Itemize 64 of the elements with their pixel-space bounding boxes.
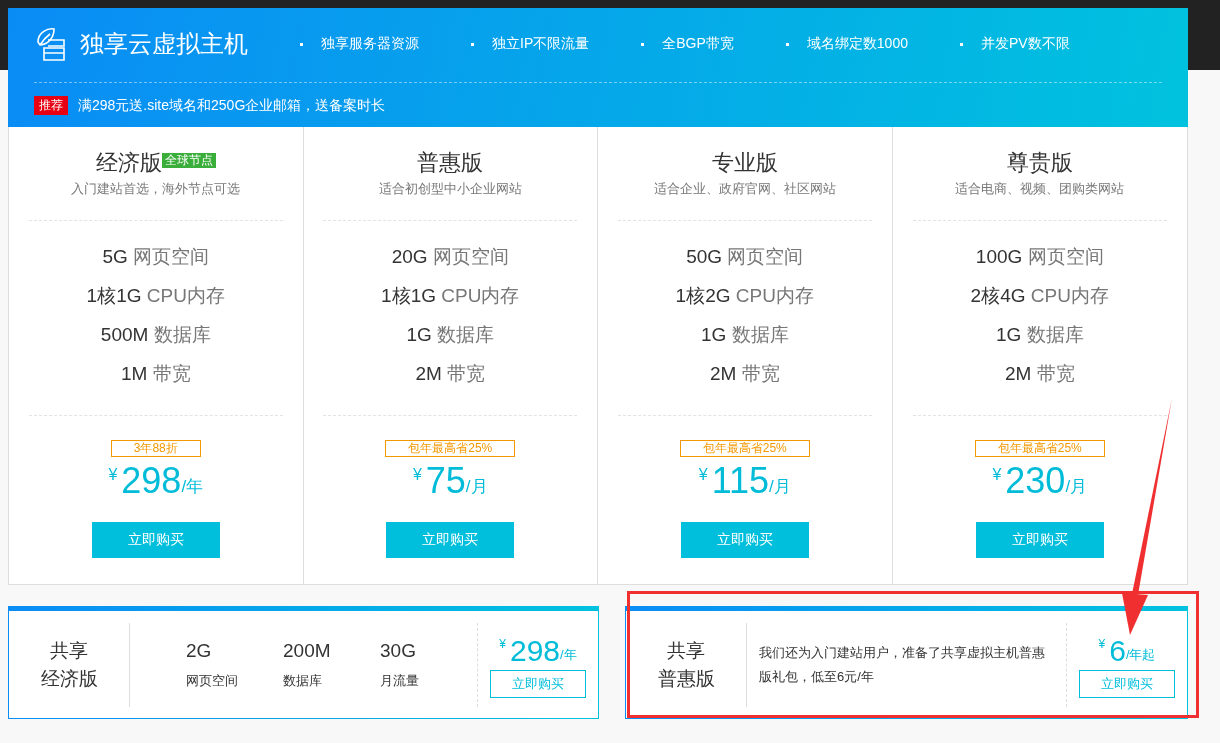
- banner-title: 独享云虚拟主机: [80, 29, 248, 59]
- buy-button[interactable]: 立即购买: [490, 669, 586, 698]
- bullet-icon: [959, 42, 963, 46]
- plan-subtitle: 适合初创型中小企业网站: [378, 180, 522, 198]
- spec-value: 200M: [283, 639, 332, 662]
- spec-value: 2G: [186, 639, 213, 662]
- plan-spec: 1M 带宽: [120, 362, 191, 385]
- plan-spec: 1核2G CPU内存: [675, 284, 814, 307]
- plan-spec: 2核4G CPU内存: [970, 284, 1109, 307]
- plan-name: 普惠版: [417, 149, 484, 177]
- spec-value: 30G: [380, 639, 417, 662]
- spec-label: 网页空间: [186, 671, 239, 690]
- shared-plan-name: 共享 普惠版: [656, 638, 716, 691]
- discount-tag: 3年88折: [110, 440, 201, 457]
- plan-name: 经济版: [95, 149, 162, 177]
- feature-text: 并发PV数不限: [980, 35, 1070, 53]
- discount-tag: 包年最高省25%: [385, 440, 516, 457]
- plan-price: ¥298/年: [108, 460, 204, 502]
- plan-price: ¥298/年: [499, 634, 577, 667]
- plan-spec: 2M 带宽: [709, 362, 780, 385]
- buy-button[interactable]: 立即购买: [386, 522, 515, 558]
- plan-spec: 50G 网页空间: [686, 245, 804, 268]
- bullet-icon: [785, 42, 789, 46]
- spec-label: 月流量: [380, 671, 420, 690]
- plan-subtitle: 适合企业、政府官网、社区网站: [653, 180, 836, 198]
- plan-spec: 1核1G CPU内存: [381, 284, 520, 307]
- plan-spec: 2M 带宽: [1004, 362, 1075, 385]
- bullet-icon: [300, 42, 303, 46]
- plan-spec: 1G 数据库: [700, 323, 789, 346]
- plan-subtitle: 适合电商、视频、团购类网站: [955, 180, 1125, 198]
- plan-description: 我们还为入门建站用户，准备了共享虚拟主机普惠版礼包，低至6元/年: [758, 643, 1046, 686]
- spec-label: 数据库: [283, 671, 323, 690]
- plan-subtitle: 入门建站首选，海外节点可选: [71, 180, 241, 198]
- buy-button[interactable]: 立即购买: [1079, 669, 1175, 698]
- shared-plan-name: 共享 经济版: [39, 638, 99, 691]
- plan-price: ¥6/年起: [1098, 634, 1156, 667]
- feature-text: 域名绑定数1000: [806, 35, 908, 53]
- discount-tag: 包年最高省25%: [974, 440, 1105, 457]
- feature-text: 独享服务器资源: [321, 35, 419, 53]
- discount-tag: 包年最高省25%: [679, 440, 810, 457]
- plan-price: ¥75/月: [412, 460, 488, 502]
- plan-spec: 1G 数据库: [995, 323, 1084, 346]
- plan-spec: 20G 网页空间: [391, 245, 509, 268]
- plan-spec: 100G 网页空间: [975, 245, 1104, 268]
- buy-button[interactable]: 立即购买: [680, 522, 809, 558]
- buy-button[interactable]: 立即购买: [91, 522, 220, 558]
- plan-name: 尊贵版: [1006, 149, 1073, 177]
- bullet-icon: [471, 42, 474, 46]
- buy-button[interactable]: 立即购买: [975, 522, 1104, 558]
- recommend-badge: 推荐: [34, 96, 68, 115]
- leaf-box-icon: [34, 26, 68, 62]
- plan-spec: 500M 数据库: [100, 323, 211, 346]
- feature-text: 独立IP不限流量: [492, 35, 590, 53]
- feature-text: 全BGP带宽: [662, 35, 734, 53]
- plan-price: ¥115/月: [698, 460, 791, 502]
- plan-tag: 全球节点: [161, 153, 216, 168]
- plan-spec: 2M 带宽: [415, 362, 486, 385]
- plan-spec: 1G 数据库: [406, 323, 495, 346]
- promo-text: 满298元送.site域名和250G企业邮箱，送备案时长: [78, 96, 386, 115]
- bullet-icon: [641, 42, 645, 46]
- plan-price: ¥230/月: [992, 460, 1088, 502]
- plan-name: 专业版: [711, 149, 778, 177]
- plan-spec: 5G 网页空间: [102, 245, 210, 268]
- plan-spec: 1核1G CPU内存: [86, 284, 225, 307]
